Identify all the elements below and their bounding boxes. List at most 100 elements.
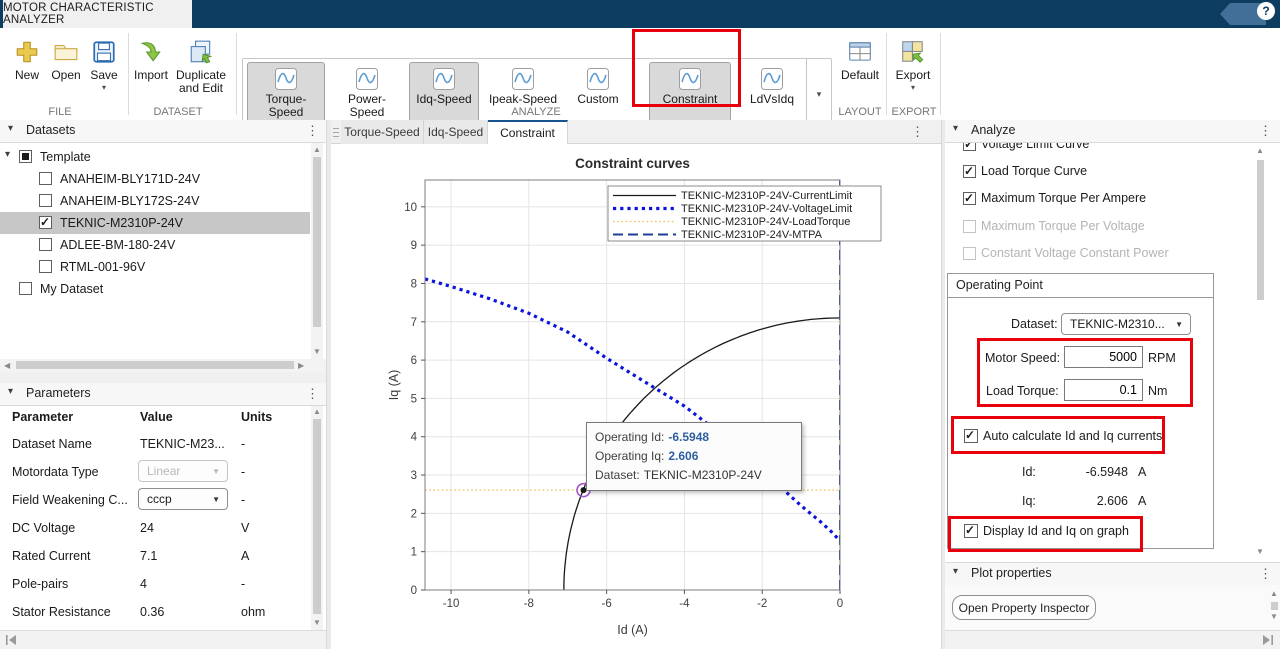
tab-drag-handle[interactable] [333, 125, 339, 139]
collapse-left-icon[interactable] [6, 635, 18, 645]
dataset-checkbox[interactable] [39, 260, 52, 273]
export-dropdown-caret[interactable]: ▾ [911, 84, 915, 92]
tree-group-template[interactable]: ▾ Template [0, 146, 310, 168]
collapse-triangle-icon[interactable]: ▾ [953, 566, 958, 577]
column-header: Value [140, 410, 173, 424]
analyze-button-label: LdVsIdq [750, 93, 794, 106]
param-name: Pole-pairs [12, 577, 68, 591]
parameters-panel-title: Parameters [26, 386, 91, 400]
save-button[interactable]: Save ▾ [86, 33, 122, 92]
legend-entry: TEKNIC-M2310P-24V-LoadTorque [681, 216, 850, 228]
dropdown-value: Linear [147, 464, 180, 478]
max-torque-per-voltage-checkbox [963, 220, 976, 233]
save-dropdown-caret[interactable]: ▾ [102, 84, 106, 92]
layout-grid-icon [847, 39, 873, 65]
dataset-row[interactable]: ADLEE-BM-180-24V [0, 234, 310, 256]
constraint-plot-button[interactable]: Constraint [649, 62, 731, 126]
tab-constraint[interactable]: Constraint [488, 120, 568, 144]
scrollbar-thumb[interactable] [1257, 160, 1264, 300]
constraint-chart[interactable]: -10-8-6-4-20012345678910Constraint curve… [330, 144, 941, 649]
display-id-iq-checkbox[interactable] [964, 524, 978, 538]
tab-bar-menu-icon[interactable]: ⋮ [911, 124, 923, 140]
dataset-checkbox[interactable] [39, 238, 52, 251]
operating-point-datatip[interactable]: Operating Id:-6.5948 Operating Iq:2.606 … [586, 422, 802, 491]
duplicate-and-edit-button[interactable]: Duplicate and Edit [172, 33, 230, 95]
import-button[interactable]: Import [128, 33, 174, 82]
scroll-down-icon[interactable]: ▼ [313, 348, 321, 356]
scrollbar-thumb[interactable] [16, 361, 294, 369]
expander-icon[interactable]: ▾ [5, 149, 10, 160]
dataset-checkbox[interactable] [39, 216, 52, 229]
ribbon-tab-motor-characteristic-analyzer[interactable]: MOTOR CHARACTERISTIC ANALYZER [3, 0, 192, 28]
motor-speed-input[interactable] [1064, 346, 1143, 368]
scroll-up-icon[interactable]: ▲ [1270, 590, 1278, 598]
open-button[interactable]: Open [46, 33, 86, 82]
scroll-up-icon[interactable]: ▲ [313, 146, 321, 154]
param-units: - [241, 577, 245, 591]
param-units: A [241, 549, 249, 563]
scroll-right-icon[interactable]: ▶ [298, 362, 304, 370]
splitter[interactable] [326, 120, 331, 649]
tree-row-my-dataset[interactable]: My Dataset [0, 278, 310, 300]
auto-calculate-checkbox[interactable] [964, 429, 978, 443]
load-torque-curve-checkbox[interactable] [963, 165, 976, 178]
datasets-menu-icon[interactable]: ⋮ [306, 123, 318, 139]
operating-dataset-dropdown[interactable]: TEKNIC-M2310... ▼ [1061, 313, 1191, 335]
scrollbar-thumb[interactable] [313, 157, 321, 327]
sine-wave-icon [678, 67, 702, 91]
app-window: MOTOR CHARACTERISTIC ANALYZER ? New Open… [0, 0, 1280, 649]
legend[interactable]: TEKNIC-M2310P-24V-CurrentLimitTEKNIC-M23… [608, 186, 881, 241]
voltage-limit-curve-checkbox[interactable] [963, 143, 976, 151]
motordata-type-dropdown: Linear ▼ [138, 460, 228, 482]
scroll-up-icon[interactable]: ▲ [313, 408, 321, 416]
open-property-inspector-button[interactable]: Open Property Inspector [952, 595, 1096, 620]
svg-text:4: 4 [411, 432, 418, 444]
analyze-panel-header: ▾ Analyze ⋮ [945, 120, 1280, 143]
scroll-down-icon[interactable]: ▼ [1270, 613, 1278, 621]
collapse-triangle-icon[interactable]: ▾ [953, 123, 958, 134]
max-torque-per-ampere-checkbox[interactable] [963, 192, 976, 205]
dropdown-value: cccp [147, 492, 172, 506]
my-dataset-checkbox[interactable] [19, 282, 32, 295]
param-units: ohm [241, 605, 265, 619]
collapse-triangle-icon[interactable]: ▾ [8, 386, 13, 397]
torque-speed-plot-button[interactable]: Torque-Speed [247, 62, 325, 126]
constraint-figure: -10-8-6-4-20012345678910Constraint curve… [330, 144, 941, 649]
field-weakening-dropdown[interactable]: cccp ▼ [138, 488, 228, 510]
scrollbar-thumb[interactable] [1271, 602, 1278, 610]
scroll-down-icon[interactable]: ▼ [313, 619, 321, 627]
custom-plot-button[interactable]: Custom [569, 62, 627, 126]
param-units: - [241, 437, 245, 451]
dataset-row[interactable]: TEKNIC-M2310P-24V [0, 212, 310, 234]
analyze-menu-icon[interactable]: ⋮ [1259, 123, 1271, 139]
load-torque-curve-label: Load Torque Curve [981, 164, 1087, 178]
parameters-panel-header: ▾ Parameters ⋮ [0, 383, 326, 406]
plot-properties-menu-icon[interactable]: ⋮ [1259, 566, 1271, 582]
svg-text:3: 3 [411, 470, 417, 482]
export-button[interactable]: Export ▾ [890, 33, 936, 92]
sine-wave-icon [355, 67, 379, 91]
tab-idq-speed[interactable]: Idq-Speed [424, 120, 488, 144]
template-checkbox[interactable] [19, 150, 32, 163]
tab-torque-speed[interactable]: Torque-Speed [341, 120, 424, 144]
scrollbar-thumb[interactable] [313, 419, 321, 614]
load-torque-input[interactable] [1064, 379, 1143, 401]
dataset-row[interactable]: ANAHEIM-BLY171D-24V [0, 168, 310, 190]
idq-speed-plot-button[interactable]: Idq-Speed [409, 62, 479, 126]
default-layout-button[interactable]: Default [838, 33, 882, 82]
parameters-menu-icon[interactable]: ⋮ [306, 386, 318, 402]
scroll-left-icon[interactable]: ◀ [4, 362, 10, 370]
help-icon[interactable]: ? [1257, 2, 1275, 20]
dataset-checkbox[interactable] [39, 194, 52, 207]
scroll-up-icon[interactable]: ▲ [1256, 147, 1264, 155]
analyze-button-label: Power-Speed [332, 93, 402, 119]
collapse-triangle-icon[interactable]: ▾ [8, 123, 13, 134]
dataset-row[interactable]: ANAHEIM-BLY172S-24V [0, 190, 310, 212]
dataset-checkbox[interactable] [39, 172, 52, 185]
ldvsidq-plot-button[interactable]: LdVsIdq [741, 62, 803, 126]
power-speed-plot-button[interactable]: Power-Speed [331, 62, 403, 126]
collapse-right-icon[interactable] [1261, 635, 1273, 645]
dataset-row[interactable]: RTML-001-96V [0, 256, 310, 278]
scroll-down-icon[interactable]: ▼ [1256, 548, 1264, 556]
new-button[interactable]: New [8, 33, 46, 82]
